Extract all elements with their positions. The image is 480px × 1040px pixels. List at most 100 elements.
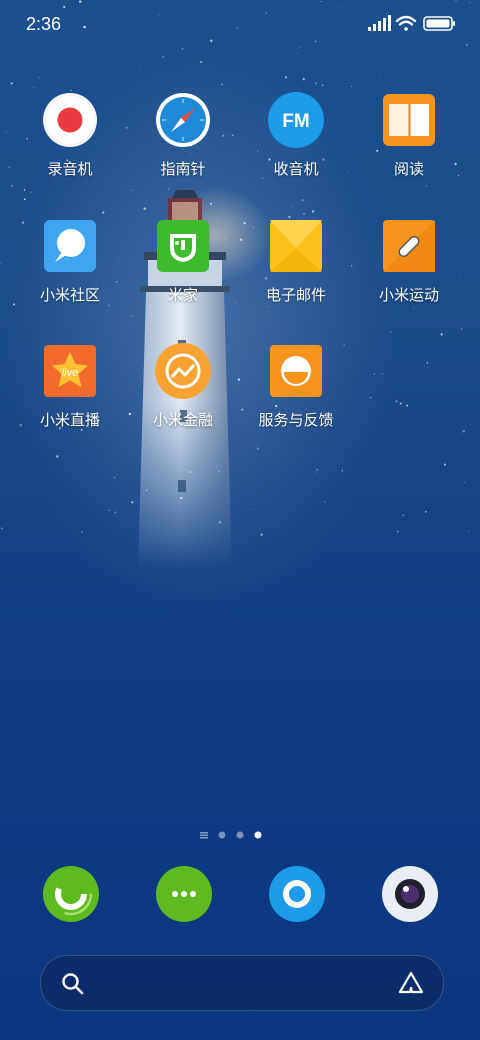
- record-icon: [43, 93, 97, 147]
- star: [33, 86, 35, 88]
- compass-icon: [156, 93, 210, 147]
- page-dot[interactable]: [236, 831, 244, 839]
- app-label: 小米金融: [152, 411, 213, 429]
- app-label: 小米运动: [378, 286, 439, 304]
- star: [373, 373, 375, 375]
- star: [108, 509, 110, 511]
- star: [424, 511, 427, 513]
- wifi-icon: [395, 15, 417, 31]
- app-mi-live[interactable]: live 小米直播: [15, 343, 125, 453]
- star: [102, 211, 105, 214]
- star: [350, 265, 353, 267]
- star: [260, 533, 263, 536]
- star: [284, 76, 287, 79]
- star: [0, 527, 3, 530]
- star: [253, 508, 254, 510]
- star: [324, 501, 326, 503]
- search-bar[interactable]: [40, 955, 444, 1011]
- search-icon[interactable]: [61, 972, 85, 996]
- assistant-icon[interactable]: [397, 970, 425, 996]
- app-mi-sport[interactable]: 小米运动: [354, 218, 464, 328]
- star: [162, 55, 165, 58]
- app-email[interactable]: 电子邮件: [241, 218, 351, 328]
- book-icon: [383, 94, 435, 146]
- star: [0, 262, 1, 264]
- battery-icon: [423, 16, 455, 31]
- star: [390, 330, 392, 333]
- app-fm-radio[interactable]: FM 收音机: [241, 92, 351, 202]
- star: [351, 85, 353, 88]
- star: [464, 481, 466, 484]
- star: [440, 333, 443, 336]
- menu-lines-icon: [200, 832, 208, 839]
- page-dot[interactable]: [218, 831, 226, 839]
- email-icon: [270, 220, 322, 272]
- star: [302, 212, 306, 216]
- star: [56, 455, 59, 458]
- star: [221, 83, 223, 86]
- star: [10, 82, 13, 85]
- app-label: 阅读: [393, 160, 424, 178]
- app-label: 服务与反馈: [258, 411, 334, 429]
- app-label: 小米直播: [39, 411, 100, 429]
- app-label: 指南针: [160, 160, 206, 178]
- star: [81, 531, 83, 533]
- app-label: 米家: [167, 286, 198, 304]
- star: [8, 166, 11, 169]
- star: [369, 396, 372, 399]
- star: [406, 404, 409, 407]
- status-time: 2:36: [26, 14, 62, 34]
- star: [200, 61, 203, 64]
- star: [381, 373, 383, 375]
- app-reader[interactable]: 阅读: [354, 92, 464, 202]
- star: [395, 400, 398, 403]
- star: [140, 66, 142, 68]
- app-compass[interactable]: 指南针: [128, 92, 238, 202]
- star: [426, 362, 429, 364]
- finance-icon: [155, 343, 211, 399]
- star: [10, 184, 13, 187]
- live-icon-text: live: [62, 367, 79, 379]
- star: [321, 84, 324, 87]
- app-label: 电子邮件: [265, 286, 326, 304]
- fm-radio-icon: FM: [268, 92, 324, 148]
- star: [292, 207, 294, 208]
- mijia-icon: [157, 220, 209, 272]
- star: [462, 430, 465, 433]
- feedback-icon: [270, 345, 322, 397]
- star: [315, 82, 318, 85]
- app-mijia[interactable]: 米家: [128, 218, 238, 328]
- page-dot-active[interactable]: [254, 831, 262, 839]
- community-icon: [44, 220, 96, 272]
- app-service-feedback[interactable]: 服务与反馈: [241, 343, 351, 453]
- messages-icon[interactable]: [156, 866, 212, 922]
- star: [70, 89, 72, 92]
- phone-icon[interactable]: [43, 866, 99, 922]
- fm-radio-icon-text: FM: [282, 111, 309, 132]
- star: [5, 131, 8, 134]
- star: [315, 471, 317, 473]
- app-recorder[interactable]: 录音机: [15, 92, 125, 202]
- status-bar: 2:36: [0, 0, 480, 50]
- star: [378, 73, 381, 75]
- star: [468, 530, 470, 532]
- star: [302, 77, 305, 81]
- star: [38, 77, 40, 79]
- star: [312, 210, 315, 213]
- app-label: 收音机: [273, 160, 319, 178]
- page-indicator[interactable]: [196, 829, 266, 841]
- sport-icon: [383, 220, 435, 272]
- star: [443, 463, 446, 466]
- camera-icon[interactable]: [382, 866, 438, 922]
- star: [36, 475, 38, 477]
- star: [316, 468, 318, 471]
- app-mi-finance[interactable]: 小米金融: [128, 343, 238, 453]
- browser-icon[interactable]: [269, 866, 325, 922]
- star: [399, 402, 402, 405]
- app-label: 小米社区: [39, 286, 100, 304]
- app-community[interactable]: 小米社区: [15, 218, 125, 328]
- star: [341, 470, 344, 472]
- star: [113, 476, 116, 479]
- signal-icon: [368, 15, 391, 31]
- star: [396, 530, 399, 533]
